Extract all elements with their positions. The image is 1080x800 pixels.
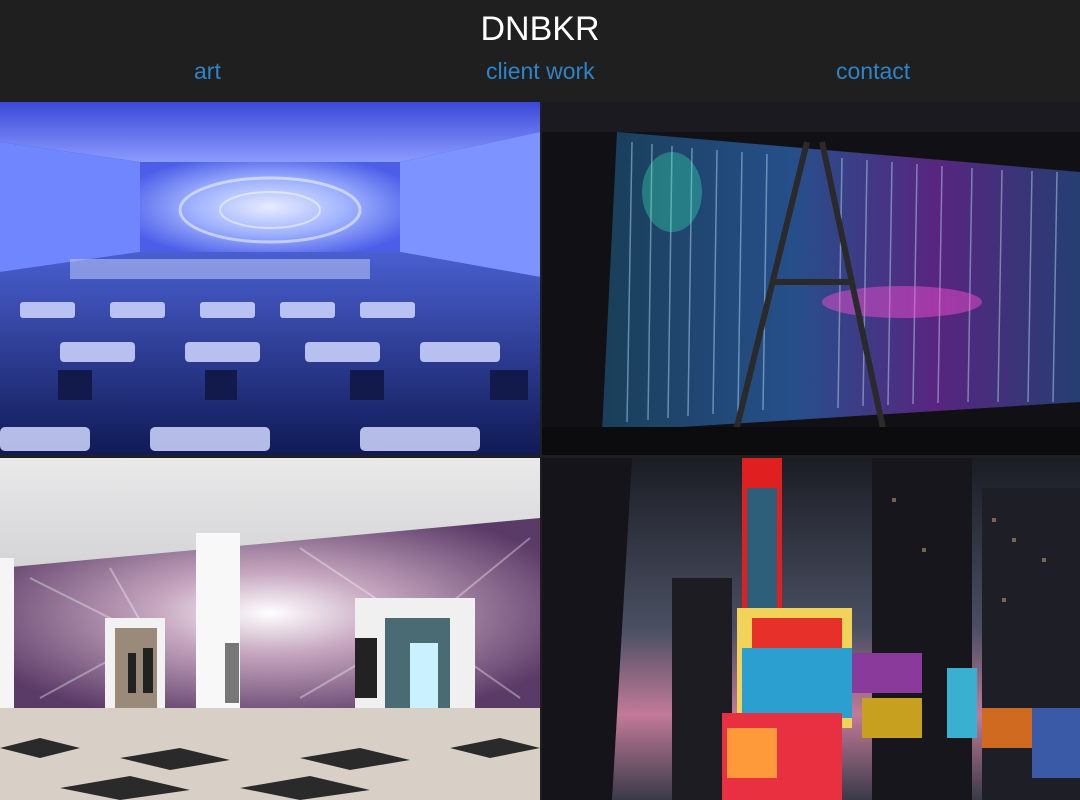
site-logo[interactable]: DNBKR: [0, 10, 1080, 49]
photo-times-square-billboards: [542, 458, 1080, 800]
nav-link-art[interactable]: art: [194, 58, 221, 85]
site-header: DNBKR art client work contact: [0, 0, 1080, 102]
gallery-tile-light-curtain[interactable]: [542, 102, 1080, 455]
gallery-tile-times-square[interactable]: [542, 458, 1080, 800]
project-gallery: [0, 102, 1080, 800]
photo-fiber-light-curtain: [542, 102, 1080, 455]
gallery-tile-immersive-room[interactable]: [0, 102, 540, 455]
photo-lobby-media-wall: [0, 458, 540, 800]
nav-link-contact[interactable]: contact: [836, 58, 910, 85]
photo-immersive-blue-room: [0, 102, 540, 455]
nav-link-client-work[interactable]: client work: [486, 58, 595, 85]
gallery-tile-lobby-wall[interactable]: [0, 458, 540, 800]
